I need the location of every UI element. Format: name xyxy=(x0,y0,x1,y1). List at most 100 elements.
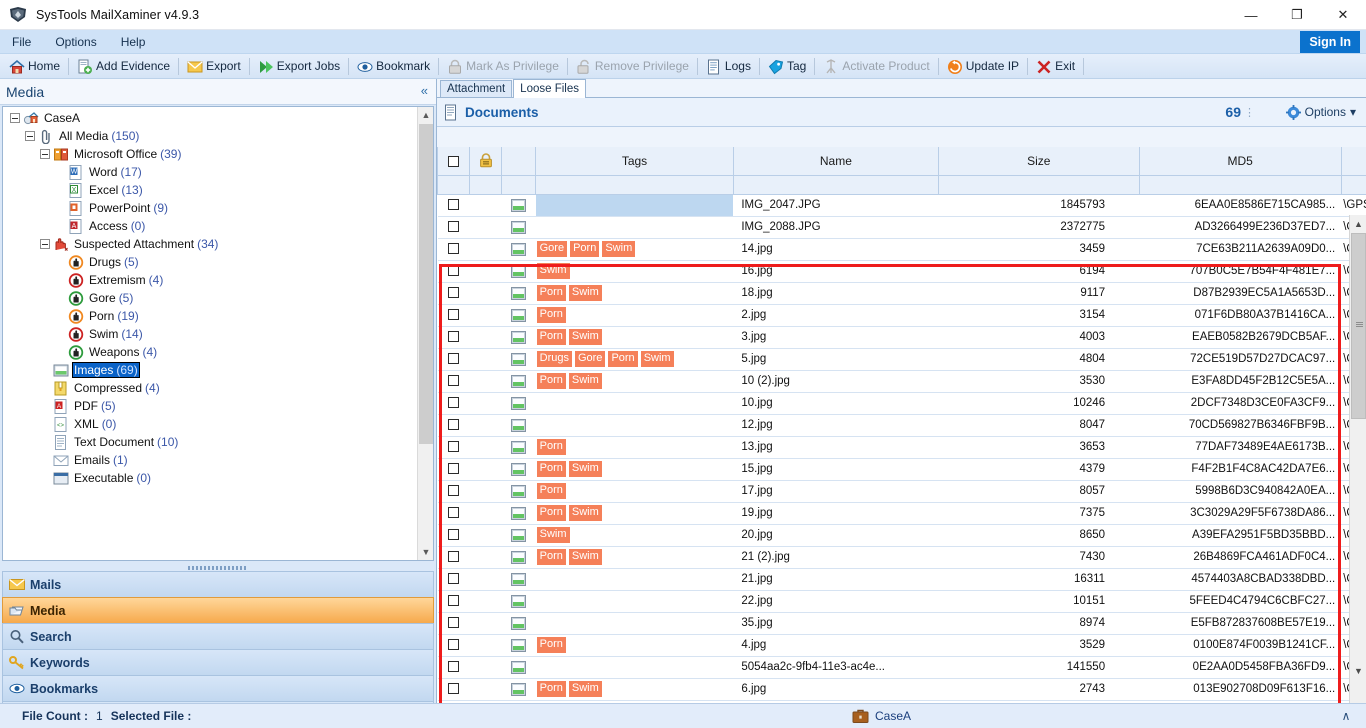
row-privilege-cell[interactable] xyxy=(470,348,502,370)
row-checkbox[interactable] xyxy=(448,265,459,276)
row-checkbox-cell[interactable] xyxy=(438,612,470,634)
col-size[interactable]: Size xyxy=(938,147,1139,175)
tree-item-all-media[interactable]: All Media(150) xyxy=(3,127,416,145)
menu-file[interactable]: File xyxy=(0,30,43,54)
toolbar-export-jobs-button[interactable]: Export Jobs xyxy=(252,55,346,78)
tree-item-images[interactable]: Images(69) xyxy=(3,361,416,379)
row-checkbox-cell[interactable] xyxy=(438,194,470,216)
table-row[interactable]: 10.jpg102462DCF7348D3CE0FA3CF9...\GPS IA… xyxy=(438,392,1366,414)
row-checkbox-cell[interactable] xyxy=(438,370,470,392)
tree-item-porn[interactable]: Porn(19) xyxy=(3,307,416,325)
toolbar-update-ip-button[interactable]: Update IP xyxy=(941,55,1025,78)
col-filetype-icon[interactable] xyxy=(502,147,536,175)
row-checkbox[interactable] xyxy=(448,617,459,628)
row-tags-cell[interactable] xyxy=(536,216,734,238)
tag-chip[interactable]: Swim xyxy=(602,241,635,257)
filter-cell[interactable] xyxy=(938,175,1139,194)
row-name-cell[interactable]: 10 (2).jpg xyxy=(733,370,938,392)
row-tags-cell[interactable]: GorePornSwim xyxy=(536,238,734,260)
row-checkbox[interactable] xyxy=(448,397,459,408)
menu-options[interactable]: Options xyxy=(43,30,108,54)
col-md5[interactable]: MD5 xyxy=(1139,147,1341,175)
tree-item-pdf[interactable]: APDF(5) xyxy=(3,397,416,415)
row-checkbox-cell[interactable] xyxy=(438,238,470,260)
row-tags-cell[interactable]: PornSwim xyxy=(536,502,734,524)
tree-item-word[interactable]: WWord(17) xyxy=(3,163,416,181)
nav-button-mails[interactable]: Mails xyxy=(2,571,434,597)
toolbar-tag-button[interactable]: Tag xyxy=(762,55,812,78)
table-row[interactable]: 35.jpg8974E5FB872837608BE57E19...\GPS IA… xyxy=(438,612,1366,634)
tag-chip[interactable]: Gore xyxy=(537,241,567,257)
row-checkbox[interactable] xyxy=(448,441,459,452)
row-checkbox[interactable] xyxy=(448,375,459,386)
tree-scrollbar[interactable]: ▲ ▼ xyxy=(417,107,433,560)
tag-chip[interactable]: Swim xyxy=(641,351,674,367)
grid-scroll-thumb[interactable] xyxy=(1351,233,1366,419)
row-checkbox-cell[interactable] xyxy=(438,392,470,414)
tree-item-casea[interactable]: CaseA xyxy=(3,109,416,127)
row-checkbox-cell[interactable] xyxy=(438,634,470,656)
filter-cell[interactable] xyxy=(1139,175,1341,194)
row-privilege-cell[interactable] xyxy=(470,436,502,458)
nav-button-keywords[interactable]: Keywords xyxy=(2,649,434,675)
grid-scroll-down-icon[interactable]: ▼ xyxy=(1350,662,1366,679)
table-row[interactable]: Swim20.jpg8650A39EFA2951F5BD35BBD...\GPS… xyxy=(438,524,1366,546)
row-checkbox-cell[interactable] xyxy=(438,568,470,590)
tag-chip[interactable]: Swim xyxy=(569,373,602,389)
maximize-button[interactable]: ❐ xyxy=(1274,0,1320,30)
row-checkbox[interactable] xyxy=(448,287,459,298)
table-row[interactable]: 12.jpg804770CD569827B6346FBF9B...\GPS IA… xyxy=(438,414,1366,436)
row-privilege-cell[interactable] xyxy=(470,678,502,700)
row-privilege-cell[interactable] xyxy=(470,370,502,392)
tag-chip[interactable]: Porn xyxy=(537,307,566,323)
row-checkbox-cell[interactable] xyxy=(438,678,470,700)
options-button[interactable]: Options ▾ xyxy=(1286,105,1356,120)
row-checkbox-cell[interactable] xyxy=(438,656,470,678)
tab-attachment[interactable]: Attachment xyxy=(440,80,512,97)
minimize-button[interactable]: — xyxy=(1228,0,1274,30)
row-checkbox[interactable] xyxy=(448,661,459,672)
row-checkbox-cell[interactable] xyxy=(438,304,470,326)
row-privilege-cell[interactable] xyxy=(470,502,502,524)
tag-chip[interactable]: Porn xyxy=(537,505,566,521)
table-row[interactable]: GorePornSwim14.jpg34597CE63B211A2639A09D… xyxy=(438,238,1366,260)
tree-item-drugs[interactable]: Drugs(5) xyxy=(3,253,416,271)
tree-item-access[interactable]: AAccess(0) xyxy=(3,217,416,235)
row-tags-cell[interactable]: Porn xyxy=(536,480,734,502)
row-privilege-cell[interactable] xyxy=(470,326,502,348)
tree-item-suspected-attachment[interactable]: Suspected Attachment(34) xyxy=(3,235,416,253)
table-row[interactable]: 5054aa2c-9fb4-11e3-ac4e...1415500E2AA0D5… xyxy=(438,656,1366,678)
toolbar-exit-button[interactable]: Exit xyxy=(1030,55,1081,78)
filter-cell[interactable] xyxy=(536,175,734,194)
row-privilege-cell[interactable] xyxy=(470,612,502,634)
tag-chip[interactable]: Swim xyxy=(569,549,602,565)
tree-item-excel[interactable]: XExcel(13) xyxy=(3,181,416,199)
row-name-cell[interactable]: 16.jpg xyxy=(733,260,938,282)
row-privilege-cell[interactable] xyxy=(470,216,502,238)
table-row[interactable]: PornSwim18.jpg9117D87B2939EC5A1A5653D...… xyxy=(438,282,1366,304)
table-row[interactable]: PornSwim21 (2).jpg743026B4869FCA461ADF0C… xyxy=(438,546,1366,568)
nav-button-search[interactable]: Search xyxy=(2,623,434,649)
row-privilege-cell[interactable] xyxy=(470,524,502,546)
row-privilege-cell[interactable] xyxy=(470,458,502,480)
tree-expander-icon[interactable] xyxy=(40,239,50,249)
tag-chip[interactable]: Swim xyxy=(569,285,602,301)
filter-cell[interactable] xyxy=(470,175,502,194)
tree-item-text-document[interactable]: Text Document(10) xyxy=(3,433,416,451)
toolbar-home-button[interactable]: Home xyxy=(3,55,66,78)
tree-scroll-up-icon[interactable]: ▲ xyxy=(418,107,434,123)
row-privilege-cell[interactable] xyxy=(470,590,502,612)
tag-chip[interactable]: Swim xyxy=(569,329,602,345)
tree-item-executable[interactable]: Executable(0) xyxy=(3,469,416,487)
menu-help[interactable]: Help xyxy=(109,30,158,54)
row-checkbox[interactable] xyxy=(448,221,459,232)
tag-chip[interactable]: Swim xyxy=(569,505,602,521)
row-privilege-cell[interactable] xyxy=(470,414,502,436)
filter-cell[interactable] xyxy=(733,175,938,194)
tree-item-microsoft-office[interactable]: Microsoft Office(39) xyxy=(3,145,416,163)
tree-item-xml[interactable]: <>XML(0) xyxy=(3,415,416,433)
row-name-cell[interactable]: 17.jpg xyxy=(733,480,938,502)
row-name-cell[interactable]: 22.jpg xyxy=(733,590,938,612)
row-privilege-cell[interactable] xyxy=(470,546,502,568)
row-tags-cell[interactable] xyxy=(536,656,734,678)
